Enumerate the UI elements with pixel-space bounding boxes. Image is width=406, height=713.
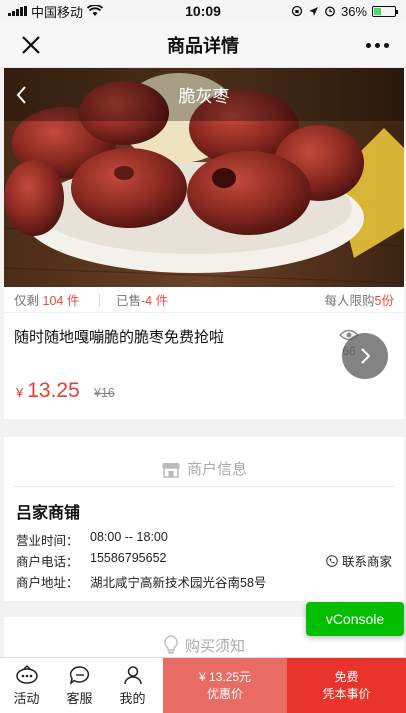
limit-unit: 份 bbox=[381, 294, 394, 308]
location-icon bbox=[308, 6, 318, 16]
close-icon[interactable] bbox=[18, 32, 44, 58]
buy-discount-button[interactable]: ¥ 13.25元 优惠价 bbox=[163, 658, 287, 713]
price-symbol: ¥ bbox=[16, 385, 24, 400]
activity-icon bbox=[15, 664, 38, 684]
phone-label: 商户电话： bbox=[16, 555, 79, 569]
status-left: 中国移动 bbox=[0, 2, 150, 21]
status-time: 10:09 bbox=[185, 3, 221, 19]
next-button[interactable] bbox=[342, 333, 388, 379]
tab-mine-label: 我的 bbox=[119, 690, 146, 706]
remaining-unit: 件 bbox=[66, 294, 80, 308]
store-icon bbox=[161, 462, 180, 478]
phone-icon bbox=[326, 554, 338, 567]
hours-row: 营业时间： 08:00 -- 18:00 bbox=[16, 530, 168, 549]
alarm-icon bbox=[325, 6, 335, 17]
status-bar: 中国移动 10:09 36% bbox=[0, 0, 406, 22]
free-grab-button[interactable]: 免费 凭本事价 bbox=[287, 658, 406, 713]
vconsole-button[interactable]: vConsole bbox=[306, 602, 404, 636]
remaining-label: 仅剩 bbox=[14, 294, 40, 308]
sold-label: 已售 bbox=[116, 294, 142, 308]
product-name: 随时随地嘎嘣脆的脆枣免费抢啦 bbox=[14, 329, 225, 346]
sold-count: 已售-4 件 bbox=[100, 290, 260, 309]
price-value: 13.25 bbox=[27, 379, 80, 402]
chat-icon bbox=[69, 665, 89, 685]
remaining-stock: 仅剩 104 件 bbox=[4, 290, 99, 309]
sold-value: -4 bbox=[141, 294, 153, 308]
shop-name: 吕家商铺 bbox=[16, 505, 81, 522]
more-icon[interactable] bbox=[362, 34, 392, 56]
purchase-limit: 每人限购5份 bbox=[260, 290, 404, 309]
page-title: 商品详情 bbox=[167, 35, 239, 56]
tab-mine[interactable]: 我的 bbox=[106, 658, 159, 713]
tab-customer-service-label: 客服 bbox=[66, 690, 93, 706]
stock-info-bar: 仅剩 104 件 已售-4 件 每人限购5份 bbox=[4, 287, 404, 313]
tab-customer-service[interactable]: 客服 bbox=[53, 658, 106, 713]
original-price: ¥16 bbox=[94, 386, 115, 400]
navigation-bar: 商品详情 bbox=[0, 22, 406, 68]
wifi-icon bbox=[87, 5, 104, 16]
limit-label: 每人限购 bbox=[324, 294, 375, 308]
phone-row: 商户电话： 15586795652 bbox=[16, 551, 166, 570]
free-line1: 免费 bbox=[334, 669, 359, 684]
merchant-section-title: 商户信息 bbox=[186, 461, 247, 478]
notes-section-title: 购买须知 bbox=[184, 637, 245, 655]
sold-unit: 件 bbox=[155, 294, 169, 308]
status-right: 36% bbox=[256, 4, 406, 19]
hero-title: 脆灰枣 bbox=[178, 87, 230, 106]
signal-icon bbox=[8, 6, 27, 16]
contact-label: 联系商家 bbox=[341, 555, 392, 569]
product-image: 脆灰枣 bbox=[4, 68, 404, 287]
phone-value[interactable]: 15586795652 bbox=[90, 551, 166, 570]
rotation-lock-icon bbox=[291, 5, 303, 17]
carrier-name: 中国移动 bbox=[31, 4, 84, 20]
merchant-section-header: 商户信息 bbox=[14, 451, 394, 487]
back-arrow-icon[interactable] bbox=[14, 84, 30, 106]
tab-activity-label: 活动 bbox=[13, 690, 40, 706]
battery-icon bbox=[372, 5, 398, 17]
buy-price: ¥ 13.25元 bbox=[198, 669, 252, 684]
current-price: ¥ 13.25 bbox=[16, 379, 80, 403]
product-card: 随时随地嘎嘣脆的脆枣免费抢啦 66 ¥ 13.25 ¥16 bbox=[4, 313, 404, 419]
address-value: 湖北咸宁高新技术园光谷南58号 bbox=[90, 576, 267, 590]
address-label: 商户地址： bbox=[16, 576, 79, 590]
free-line2: 凭本事价 bbox=[322, 686, 371, 701]
contact-merchant-button[interactable]: 联系商家 bbox=[326, 551, 392, 570]
address-row: 商户地址： 湖北咸宁高新技术园光谷南58号 bbox=[16, 572, 266, 591]
buy-label: 优惠价 bbox=[206, 686, 243, 701]
hours-value: 08:00 -- 18:00 bbox=[90, 530, 168, 544]
user-icon bbox=[123, 665, 142, 684]
bottom-action-bar: 活动 客服 我的 ¥ 13.25元 优惠价 免费 凭本事价 bbox=[0, 657, 406, 713]
chevron-right-icon bbox=[361, 348, 371, 364]
hours-label: 营业时间： bbox=[16, 534, 79, 548]
battery-percent: 36% bbox=[340, 3, 367, 19]
lightbulb-icon bbox=[164, 635, 178, 654]
merchant-card: 商户信息 吕家商铺 营业时间： 08:00 -- 18:00 商户电话： 155… bbox=[4, 437, 404, 601]
tab-activity[interactable]: 活动 bbox=[0, 658, 53, 713]
hero-header: 脆灰枣 bbox=[4, 68, 404, 121]
remaining-value: 104 bbox=[42, 294, 64, 308]
